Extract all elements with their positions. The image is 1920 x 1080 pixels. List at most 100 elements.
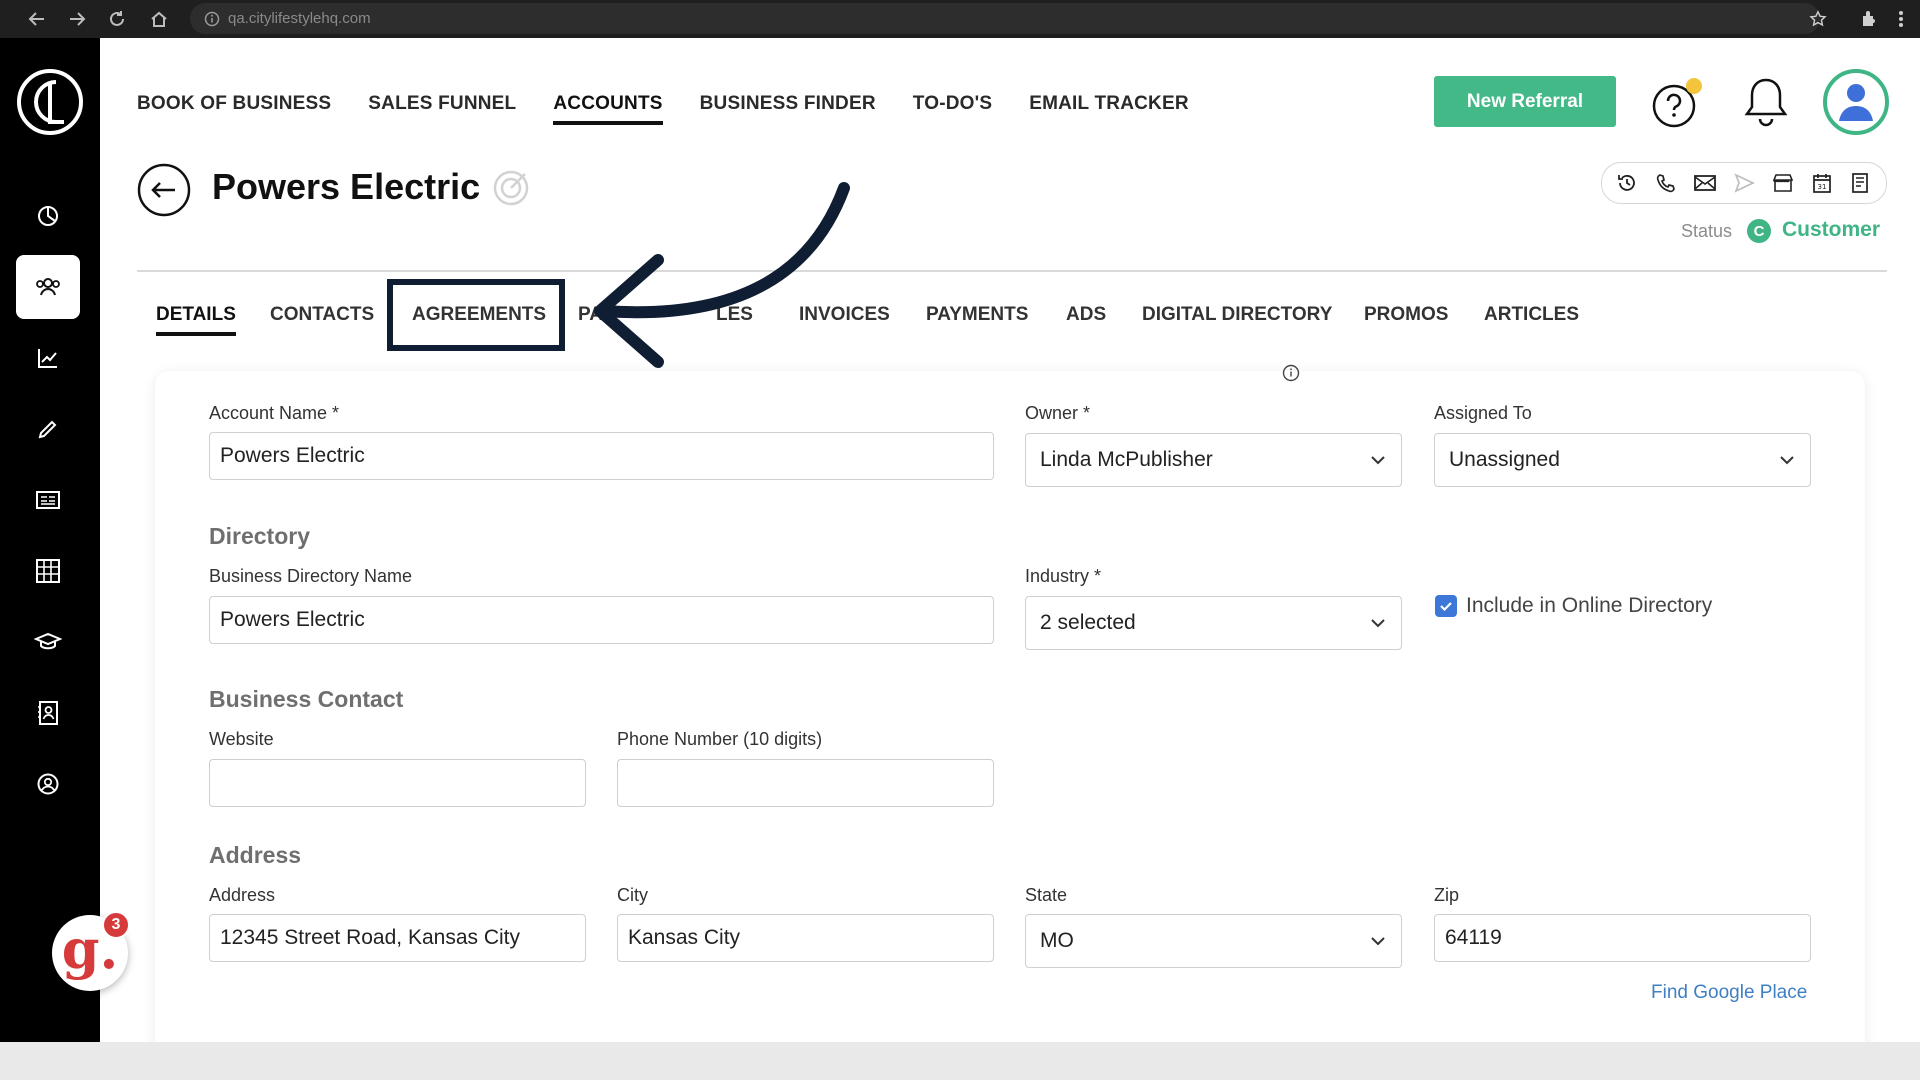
document-icon[interactable] bbox=[1843, 166, 1877, 200]
address-input[interactable]: 12345 Street Road, Kansas City bbox=[209, 914, 586, 962]
directory-heading: Directory bbox=[209, 523, 310, 549]
top-nav: BOOK OF BUSINESS SALES FUNNEL ACCOUNTS B… bbox=[137, 93, 1189, 125]
tab-digital-directory[interactable]: DIGITAL DIRECTORY bbox=[1142, 304, 1332, 332]
zip-input[interactable]: 64119 bbox=[1434, 914, 1811, 962]
sidebar-item-dashboard[interactable] bbox=[16, 184, 80, 248]
back-button[interactable] bbox=[137, 163, 191, 217]
nav-email-tracker[interactable]: EMAIL TRACKER bbox=[1029, 93, 1189, 125]
nav-todos[interactable]: TO-DO'S bbox=[913, 93, 992, 125]
city-label: City bbox=[617, 885, 648, 905]
find-google-place-link[interactable]: Find Google Place bbox=[1651, 982, 1807, 1004]
chevron-down-icon bbox=[1371, 456, 1385, 465]
chevron-down-icon bbox=[1371, 937, 1385, 946]
chevron-down-icon bbox=[1371, 619, 1385, 628]
directory-name-input[interactable]: Powers Electric bbox=[209, 596, 994, 644]
arrow-left-icon bbox=[137, 163, 191, 217]
city-input[interactable]: Kansas City bbox=[617, 914, 994, 962]
directory-name-label: Business Directory Name bbox=[209, 566, 413, 586]
main-content: BOOK OF BUSINESS SALES FUNNEL ACCOUNTS B… bbox=[100, 38, 1920, 1080]
customer-status-icon: C bbox=[1747, 219, 1771, 243]
newspaper-icon bbox=[36, 491, 60, 509]
new-referral-button[interactable]: New Referral bbox=[1434, 76, 1616, 127]
bookmark-star-icon[interactable] bbox=[1803, 4, 1833, 34]
checkmark-icon bbox=[1440, 602, 1452, 612]
sidebar-item-contacts[interactable] bbox=[16, 681, 80, 745]
send-icon[interactable] bbox=[1727, 166, 1761, 200]
pencil-icon bbox=[38, 420, 57, 439]
nav-accounts[interactable]: ACCOUNTS bbox=[553, 93, 663, 125]
sidebar-item-grid[interactable] bbox=[16, 539, 80, 603]
state-label: State bbox=[1025, 885, 1068, 905]
account-action-bar: 31 bbox=[1601, 162, 1887, 204]
line-chart-icon bbox=[38, 349, 57, 368]
url-text: qa.citylifestylehq.com bbox=[228, 10, 371, 27]
sidebar-item-training[interactable] bbox=[16, 610, 80, 674]
status-label: Status bbox=[1681, 221, 1733, 241]
industry-select[interactable]: 2 selected bbox=[1025, 596, 1402, 650]
sidebar bbox=[0, 38, 100, 1042]
target-icon[interactable] bbox=[492, 169, 530, 207]
calendar-icon[interactable]: 31 bbox=[1805, 166, 1839, 200]
nav-sales-funnel[interactable]: SALES FUNNEL bbox=[368, 93, 516, 125]
tab-contacts[interactable]: CONTACTS bbox=[270, 304, 374, 332]
avatar[interactable] bbox=[1823, 69, 1889, 135]
storefront-icon[interactable] bbox=[1766, 166, 1800, 200]
browser-back-icon[interactable] bbox=[22, 4, 52, 34]
account-name-label: Account Name * bbox=[209, 403, 340, 423]
pointer-arrow-icon bbox=[594, 182, 850, 368]
city-lifestyle-logo[interactable] bbox=[16, 68, 84, 136]
nav-business-finder[interactable]: BUSINESS FINDER bbox=[700, 93, 876, 125]
owner-select[interactable]: Linda McPublisher bbox=[1025, 433, 1402, 487]
sidebar-item-edit[interactable] bbox=[16, 397, 80, 461]
phone-label: Phone Number (10 digits) bbox=[617, 729, 823, 749]
grid-icon bbox=[36, 559, 60, 583]
website-input[interactable] bbox=[209, 759, 586, 807]
account-name-input[interactable]: Powers Electric bbox=[209, 432, 994, 480]
state-value: MO bbox=[1040, 929, 1074, 952]
sidebar-item-accounts[interactable] bbox=[16, 255, 80, 319]
phone-input[interactable] bbox=[617, 759, 994, 807]
include-directory-label[interactable]: Include in Online Directory bbox=[1466, 594, 1712, 618]
tab-promos[interactable]: PROMOS bbox=[1364, 304, 1448, 332]
info-icon[interactable] bbox=[1282, 364, 1300, 382]
extensions-icon[interactable] bbox=[1854, 4, 1884, 34]
tab-articles[interactable]: ARTICLES bbox=[1484, 304, 1579, 332]
address-book-icon bbox=[38, 701, 58, 725]
email-icon[interactable] bbox=[1688, 166, 1722, 200]
tab-ads[interactable]: ADS bbox=[1066, 304, 1106, 332]
help-icon[interactable] bbox=[1650, 76, 1704, 130]
address-heading: Address bbox=[209, 842, 302, 868]
people-icon bbox=[36, 278, 60, 296]
browser-home-icon[interactable] bbox=[144, 4, 174, 34]
user-avatar-icon bbox=[1839, 84, 1873, 121]
svg-text:31: 31 bbox=[1817, 183, 1826, 191]
state-select[interactable]: MO bbox=[1025, 914, 1402, 968]
tab-payments[interactable]: PAYMENTS bbox=[926, 304, 1028, 332]
browser-menu-icon[interactable] bbox=[1886, 4, 1916, 34]
sidebar-item-profile[interactable] bbox=[16, 752, 80, 816]
phone-icon[interactable] bbox=[1649, 166, 1683, 200]
assigned-to-select[interactable]: Unassigned bbox=[1434, 433, 1811, 487]
owner-label: Owner * bbox=[1025, 403, 1091, 423]
address-bar[interactable]: qa.citylifestylehq.com bbox=[190, 3, 1820, 34]
sidebar-item-news[interactable] bbox=[16, 468, 80, 532]
guide-widget-badge: 3 bbox=[102, 911, 130, 939]
chevron-down-icon bbox=[1780, 456, 1794, 465]
include-directory-checkbox[interactable] bbox=[1435, 595, 1457, 617]
website-label: Website bbox=[209, 729, 274, 749]
sidebar-item-reports[interactable] bbox=[16, 326, 80, 390]
history-icon[interactable] bbox=[1610, 166, 1644, 200]
industry-label: Industry * bbox=[1025, 566, 1102, 586]
browser-forward-icon[interactable] bbox=[62, 4, 92, 34]
business-contact-heading: Business Contact bbox=[209, 686, 404, 712]
browser-toolbar: qa.citylifestylehq.com bbox=[0, 0, 1920, 38]
nav-book-of-business[interactable]: BOOK OF BUSINESS bbox=[137, 93, 331, 125]
owner-value: Linda McPublisher bbox=[1040, 448, 1213, 471]
site-info-icon[interactable] bbox=[204, 11, 220, 27]
tab-details[interactable]: DETAILS bbox=[156, 304, 236, 336]
browser-reload-icon[interactable] bbox=[102, 4, 132, 34]
graduation-cap-icon bbox=[34, 632, 62, 650]
bell-icon[interactable] bbox=[1740, 74, 1792, 130]
address-label: Address bbox=[209, 885, 276, 905]
assigned-to-label: Assigned To bbox=[1434, 403, 1532, 423]
